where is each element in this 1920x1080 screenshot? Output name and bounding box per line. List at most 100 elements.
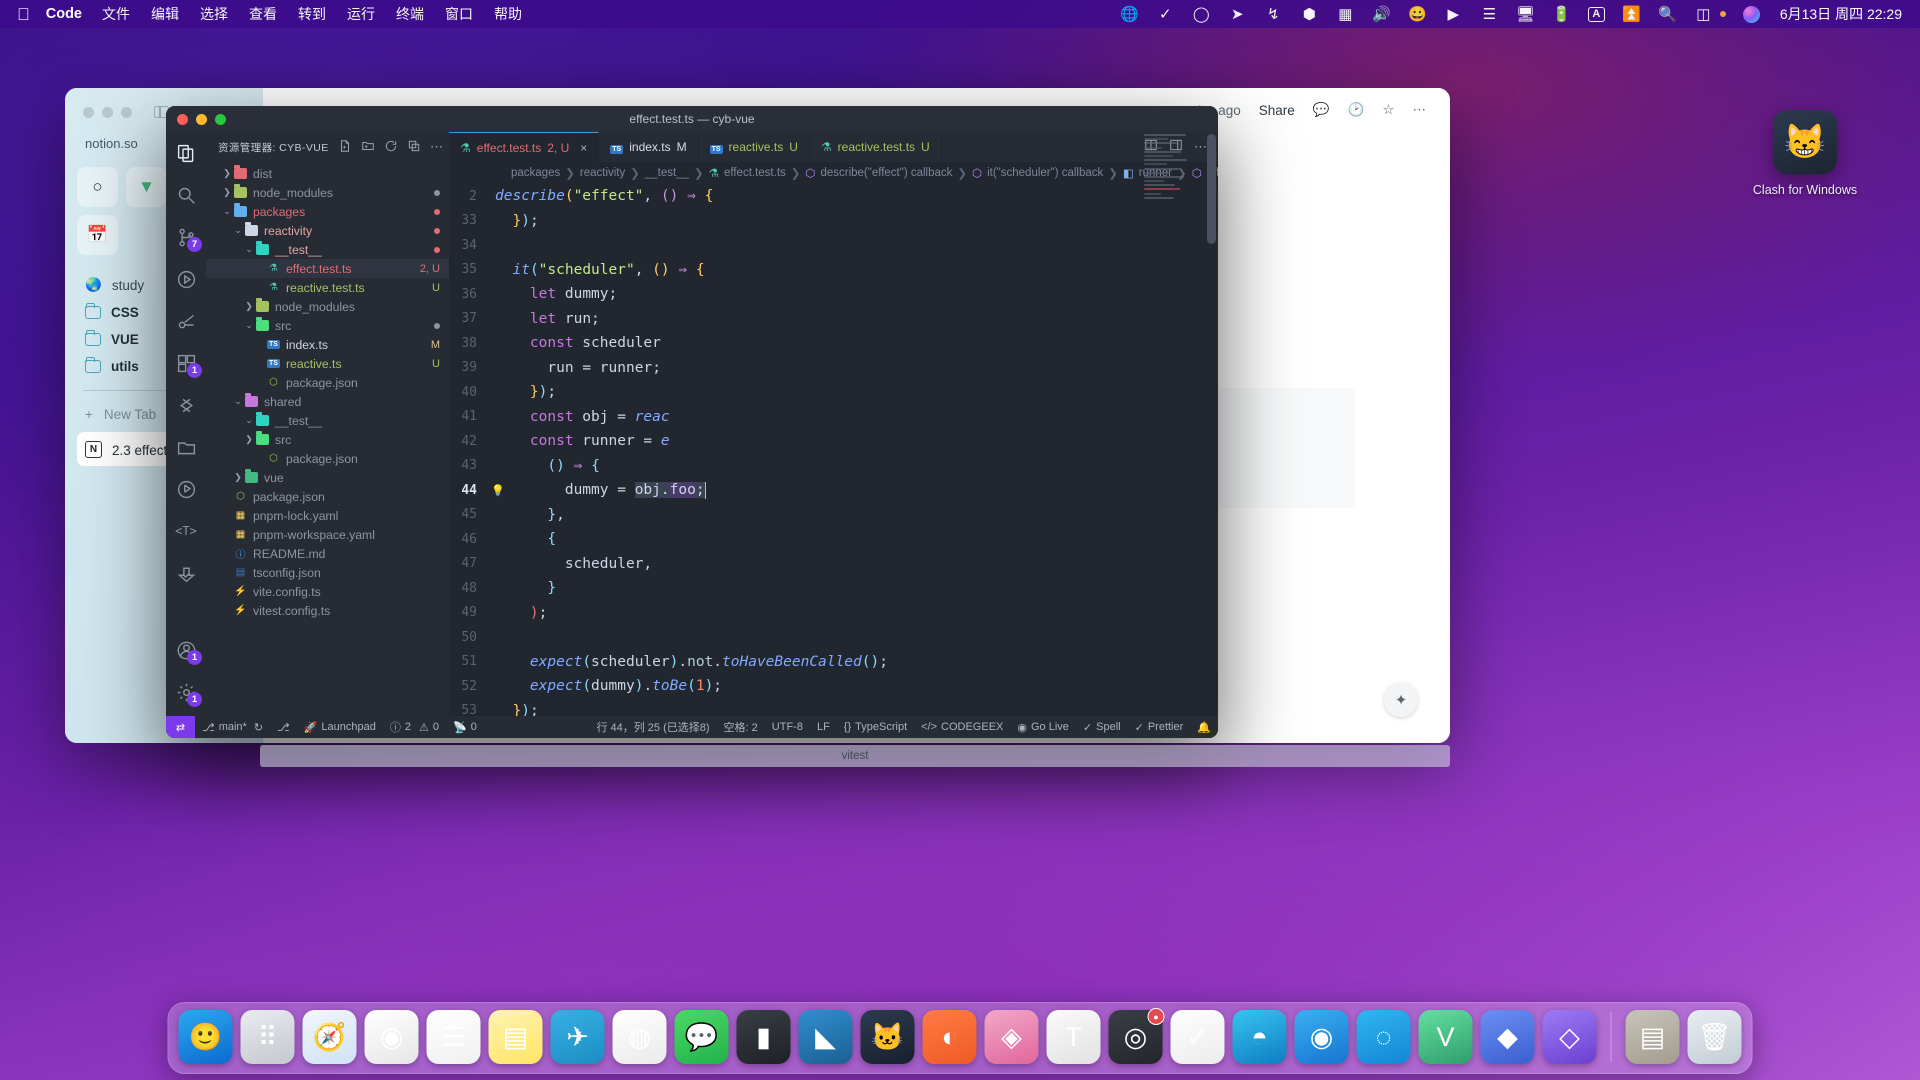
status-launchpad[interactable]: 🚀 Launchpad — [297, 721, 383, 734]
tree-row[interactable]: ⚡ vite.config.ts — [206, 582, 449, 601]
globe-icon[interactable]: 🌐 — [1120, 5, 1139, 24]
close-button[interactable] — [83, 106, 94, 118]
dock-item-terminal[interactable]: ▮ — [736, 1010, 791, 1064]
chevron-down-icon[interactable]: ⌄ — [243, 244, 255, 255]
apple-logo-icon[interactable]:  — [17, 6, 30, 23]
calendar-icon[interactable]: 📅 — [77, 215, 118, 255]
dock-item-finder[interactable]: 🙂 — [178, 1010, 233, 1064]
vscode-titlebar[interactable]: effect.test.ts — cyb-vue — [166, 106, 1218, 132]
code-line[interactable]: 49 ); — [449, 601, 1218, 626]
code-line[interactable]: 52 expect(dummy). toBe(1); — [449, 674, 1218, 699]
editor-tab[interactable]: ⚗ reactive.test.ts U — [809, 132, 942, 162]
dock-item-things[interactable]: ✓ — [1170, 1010, 1225, 1064]
comment-icon[interactable]: 💬 — [1313, 102, 1330, 118]
menu-window[interactable]: 窗口 — [445, 4, 473, 24]
menu-run[interactable]: 运行 — [347, 4, 375, 24]
code-line[interactable]: 46 { — [449, 527, 1218, 552]
quick-fix-lightbulb-icon[interactable]: 💡 — [491, 484, 505, 497]
display-icon[interactable]: 🖥 — [1516, 5, 1535, 24]
chevron-right-icon[interactable]: ❯ — [221, 187, 233, 198]
dock-item-obs[interactable]: ◎ ● — [1108, 1008, 1165, 1064]
status-notifications-bell-icon[interactable]: 🔔 — [1190, 721, 1218, 734]
new-folder-icon[interactable] — [361, 139, 375, 156]
code-line[interactable]: 37 let run; — [449, 307, 1218, 332]
menubar-app-name[interactable]: Code — [46, 6, 82, 22]
activity-translate-icon[interactable]: <T> — [174, 519, 198, 543]
code-line[interactable]: 43 () ⇒ { — [449, 454, 1218, 479]
chevron-right-icon[interactable]: ❯ — [243, 301, 255, 312]
dock-item-postman[interactable]: ◐ — [922, 1010, 977, 1064]
tree-row[interactable]: ▦ pnpm-lock.yaml — [206, 506, 449, 525]
editor-tab[interactable]: ⚗ effect.test.ts 2, U × — [449, 132, 600, 162]
dock-item-wechat[interactable]: 💬 — [674, 1010, 729, 1064]
code-line[interactable]: 47 scheduler, — [449, 552, 1218, 577]
siri-icon[interactable] — [1742, 5, 1760, 23]
dock-item-typora[interactable]: T — [1046, 1010, 1101, 1064]
tree-row[interactable]: TS reactive.ts U — [206, 354, 449, 373]
grid-icon[interactable]: ▦ — [1336, 5, 1355, 24]
activity-docker-icon[interactable] — [174, 477, 198, 501]
bookmark-icon[interactable]: ☰ — [1480, 5, 1499, 24]
activity-remote-explorer-icon[interactable] — [174, 435, 198, 459]
editor-scrollbar[interactable] — [1207, 134, 1216, 244]
dock-item-launchpad[interactable]: ⠿ — [240, 1010, 295, 1064]
dock-item-chrome[interactable]: ◍ — [612, 1010, 667, 1064]
code-line[interactable]: 34 — [449, 233, 1218, 258]
menubar-clock[interactable]: 6月13日 周四 22:29 — [1780, 4, 1902, 24]
code-line[interactable]: 33 }); — [449, 209, 1218, 234]
code-line[interactable]: 44 💡 dummy = obj. foo; — [449, 478, 1218, 503]
tree-row[interactable]: ⌄ __test__ — [206, 411, 449, 430]
tree-row[interactable]: ⬡ package.json — [206, 373, 449, 392]
code-line[interactable]: 42 const runner = e — [449, 429, 1218, 454]
breadcrumb-item[interactable]: packages — [511, 167, 560, 179]
more-actions-icon[interactable]: ⋯ — [430, 139, 443, 156]
tree-row[interactable]: ⚡ vitest.config.ts — [206, 601, 449, 620]
activity-run-debug-icon[interactable] — [174, 267, 198, 291]
chevron-down-icon[interactable]: ⌄ — [232, 225, 244, 236]
menu-selection[interactable]: 选择 — [200, 4, 228, 24]
activity-source-control-icon[interactable]: 7 — [174, 225, 202, 252]
history-icon[interactable]: 🕑 — [1348, 102, 1365, 118]
breadcrumb-item[interactable]: reactivity — [580, 167, 625, 179]
activity-todo-tree-icon[interactable] — [174, 561, 198, 585]
code-editor[interactable]: 2 describe("effect", () ⇒ {33 }); 34 35 it(… — [449, 184, 1218, 716]
code-line[interactable]: 39 run = runner; — [449, 356, 1218, 381]
chevron-down-icon[interactable]: ⌄ — [232, 396, 244, 407]
leaf-icon[interactable]: ➤ — [1228, 5, 1247, 24]
chevron-down-icon[interactable]: ⌄ — [243, 320, 255, 331]
volume-icon[interactable]: 🔊 — [1372, 5, 1391, 24]
dock-item-obsidian[interactable]: ◇ — [1542, 1010, 1597, 1064]
status-cursor-position[interactable]: 行 44，列 25 (已选择8) — [589, 719, 716, 735]
chevron-right-icon[interactable]: ❯ — [243, 434, 255, 445]
breadcrumb-item[interactable]: effect.test.ts — [724, 167, 786, 179]
code-line[interactable]: 38 const scheduler — [449, 331, 1218, 356]
tree-row[interactable]: ▦ pnpm-workspace.yaml — [206, 525, 449, 544]
breadcrumb[interactable]: packages ❯ reactivity ❯ __test__ ❯ ⚗ effect.tes… — [449, 162, 1218, 184]
status-go-live[interactable]: ◉ Go Live — [1010, 721, 1076, 734]
playback-icon[interactable]: ▶ — [1444, 5, 1463, 24]
tree-row[interactable]: ⚗ reactive.test.ts U — [206, 278, 449, 297]
tree-row[interactable]: ⌄ shared — [206, 392, 449, 411]
dock-item-feishu[interactable]: ◉ — [1294, 1010, 1349, 1064]
collapse-all-icon[interactable] — [407, 139, 421, 156]
close-tab-icon[interactable]: × — [580, 141, 587, 155]
code-line[interactable]: 41 const obj = reac — [449, 405, 1218, 430]
dock-item-notes[interactable]: ▤ — [488, 1010, 543, 1064]
chevron-down-icon[interactable]: ⌄ — [243, 415, 255, 426]
menu-file[interactable]: 文件 — [102, 4, 130, 24]
status-branch-extra[interactable]: ⎇ — [270, 721, 297, 734]
clash-desktop-shortcut[interactable]: 😸 Clash for Windows — [1750, 110, 1860, 197]
status-eol[interactable]: LF — [810, 721, 837, 733]
tree-row[interactable]: ▤ tsconfig.json — [206, 563, 449, 582]
star-icon[interactable]: ☆ — [1382, 102, 1394, 118]
tree-row[interactable]: ❯ vue — [206, 468, 449, 487]
chevron-down-icon[interactable]: ⌄ — [221, 206, 233, 217]
tree-row[interactable]: ⬡ package.json — [206, 449, 449, 468]
dock-item-telegram[interactable]: ✈ — [550, 1010, 605, 1064]
code-line[interactable]: 53 }); — [449, 699, 1218, 716]
activity-search-icon[interactable] — [174, 183, 198, 207]
menu-edit[interactable]: 编辑 — [151, 4, 179, 24]
vscode-window[interactable]: effect.test.ts — cyb-vue 7 1 <T> 1 1 资源管… — [166, 106, 1218, 738]
code-line[interactable]: 50 — [449, 625, 1218, 650]
activity-settings-gear-icon[interactable]: 1 — [174, 680, 202, 707]
